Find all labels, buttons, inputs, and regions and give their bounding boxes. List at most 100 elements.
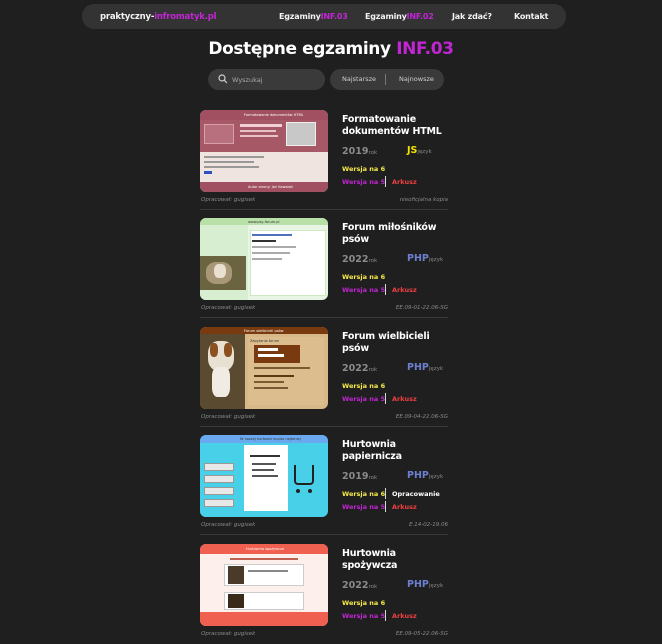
exam-code: nieoficjalna kopia xyxy=(399,197,448,203)
card-divider xyxy=(200,209,448,210)
author-credit: Opracował: gugisek xyxy=(201,522,256,528)
sort-toggle: Najstarsze Najnowsze xyxy=(330,69,444,90)
nav-link-inf02[interactable]: EgzaminyINF.02 xyxy=(365,12,434,21)
link-divider xyxy=(385,284,386,295)
exam-title[interactable]: Hurtownia spożywcza xyxy=(342,548,452,572)
card-divider xyxy=(200,317,448,318)
exam-year: 2019rok xyxy=(342,471,377,482)
exam-language-unit: język xyxy=(428,257,444,263)
thumb-footer-text: Autor strony: Jan Kowalski xyxy=(248,185,294,189)
top-navbar: praktyczny-infromatyk.pl EgzaminyINF.03 … xyxy=(82,4,566,29)
thumb-header-text: www.psy-forum.pl xyxy=(248,220,280,224)
version-5-link[interactable]: Wersja na 5 xyxy=(342,178,385,186)
exam-code: E.14-02-19.06 xyxy=(409,522,448,528)
exam-code: EE.09-04-22.06-SG xyxy=(395,414,448,420)
exam-thumbnail[interactable]: www.psy-forum.pl xyxy=(200,218,328,300)
page-title-text: Dostępne egzaminy xyxy=(208,39,397,59)
search-input[interactable] xyxy=(232,73,320,86)
version-6-link[interactable]: Wersja na 6 xyxy=(342,490,385,498)
exam-thumbnail[interactable]: Forum wielbicieli psów Zapytania forum xyxy=(200,327,328,409)
version-5-link[interactable]: Wersja na 5 xyxy=(342,503,385,511)
exam-thumbnail[interactable]: Hurtownia spożywcza xyxy=(200,544,328,626)
version-6-link[interactable]: Wersja na 6 xyxy=(342,599,385,607)
exam-title[interactable]: Forum miłośników psów xyxy=(342,222,452,246)
version-6-link[interactable]: Wersja na 6 xyxy=(342,165,385,173)
exam-thumbnail[interactable]: W naszej hurtowni kupisz najtaniej xyxy=(200,435,328,517)
nav-link-inf03-label: Egzaminy xyxy=(279,12,321,21)
thumb-header-text: Hurtownia spożywcza xyxy=(246,547,284,551)
version-5-link[interactable]: Wersja na 5 xyxy=(342,612,385,620)
thumb-header-text: W naszej hurtowni kupisz najtaniej xyxy=(240,437,301,441)
exam-sheet-link[interactable]: Arkusz xyxy=(392,286,417,294)
exam-language: PHPjęzyk xyxy=(407,362,443,373)
thumb-sub-text: Zapytania forum xyxy=(250,339,280,343)
nav-link-inf03-code: INF.03 xyxy=(320,12,348,21)
nav-link-contact[interactable]: Kontakt xyxy=(514,12,548,21)
exam-sheet-link[interactable]: Arkusz xyxy=(392,178,417,186)
page-title: Dostępne egzaminy INF.03 xyxy=(0,39,662,59)
solution-link[interactable]: Opracowanie xyxy=(392,490,440,498)
exam-year: 2022rok xyxy=(342,580,377,591)
brand-logo[interactable]: praktyczny-infromatyk.pl xyxy=(100,11,217,22)
exam-language: PHPjęzyk xyxy=(407,470,443,481)
card-divider xyxy=(200,426,448,427)
exam-year-unit: rok xyxy=(368,367,378,373)
search-box xyxy=(208,69,325,90)
exam-year: 2022rok xyxy=(342,363,377,374)
exam-language-value: PHP xyxy=(407,470,429,481)
thumb-header-text: Formatowanie dokumentów HTML xyxy=(244,113,304,117)
nav-link-inf03[interactable]: EgzaminyINF.03 xyxy=(279,12,348,21)
thumb-header-text: Forum wielbicieli psów xyxy=(244,329,284,333)
exam-year: 2019rok xyxy=(342,146,377,157)
exam-code: EE.09-05-22.06-SG xyxy=(395,631,448,637)
exam-year-value: 2019 xyxy=(342,146,369,157)
brand-part-1: praktyczny- xyxy=(100,11,155,22)
search-icon xyxy=(218,74,228,84)
exam-language-unit: język xyxy=(428,366,444,372)
exam-year-value: 2022 xyxy=(342,580,369,591)
page-title-code: INF.03 xyxy=(396,39,454,59)
nav-link-how-to-pass[interactable]: Jak zdać? xyxy=(452,12,492,21)
exam-year-unit: rok xyxy=(368,584,378,590)
exam-language-unit: język xyxy=(428,474,444,480)
version-6-link[interactable]: Wersja na 6 xyxy=(342,273,385,281)
author-credit: Opracował: gugisek xyxy=(201,305,256,311)
exam-code: EE.09-01-22.06-SG xyxy=(395,305,448,311)
exam-sheet-link[interactable]: Arkusz xyxy=(392,503,417,511)
exam-language-value: PHP xyxy=(407,579,429,590)
link-divider xyxy=(385,393,386,404)
exam-language-value: JS xyxy=(407,145,418,156)
exam-thumbnail[interactable]: Formatowanie dokumentów HTML Autor stron… xyxy=(200,110,328,192)
exam-sheet-link[interactable]: Arkusz xyxy=(392,395,417,403)
exam-language-value: PHP xyxy=(407,253,429,264)
nav-link-inf02-label: Egzaminy xyxy=(365,12,407,21)
version-6-link[interactable]: Wersja na 6 xyxy=(342,382,385,390)
author-credit: Opracował: gugisek xyxy=(201,631,256,637)
link-divider xyxy=(385,501,386,512)
version-5-link[interactable]: Wersja na 5 xyxy=(342,286,385,294)
exam-sheet-link[interactable]: Arkusz xyxy=(392,612,417,620)
author-credit: Opracował: gugisek xyxy=(201,197,256,203)
sort-newest-button[interactable]: Najnowsze xyxy=(399,75,434,83)
version-5-link[interactable]: Wersja na 5 xyxy=(342,395,385,403)
exam-title[interactable]: Forum wielbicieli psów xyxy=(342,331,452,355)
exam-title[interactable]: Formatowanie dokumentów HTML xyxy=(342,114,452,138)
brand-part-2: infromatyk.pl xyxy=(154,11,217,22)
exam-year-unit: rok xyxy=(368,150,378,156)
author-credit: Opracował: gugisek xyxy=(201,414,256,420)
exam-title[interactable]: Hurtownia papiernicza xyxy=(342,439,452,463)
exam-language-unit: język xyxy=(428,583,444,589)
exam-language: PHPjęzyk xyxy=(407,253,443,264)
link-divider xyxy=(385,176,386,187)
exam-year-value: 2019 xyxy=(342,471,369,482)
exam-language: PHPjęzyk xyxy=(407,579,443,590)
exam-language-value: PHP xyxy=(407,362,429,373)
exam-year-unit: rok xyxy=(368,475,378,481)
sort-oldest-button[interactable]: Najstarsze xyxy=(342,75,376,83)
sort-divider xyxy=(385,74,386,85)
card-divider xyxy=(200,534,448,535)
exam-year-unit: rok xyxy=(368,258,378,264)
nav-link-inf02-code: INF.02 xyxy=(406,12,434,21)
link-divider xyxy=(385,610,386,621)
exam-language-unit: język xyxy=(417,149,432,155)
